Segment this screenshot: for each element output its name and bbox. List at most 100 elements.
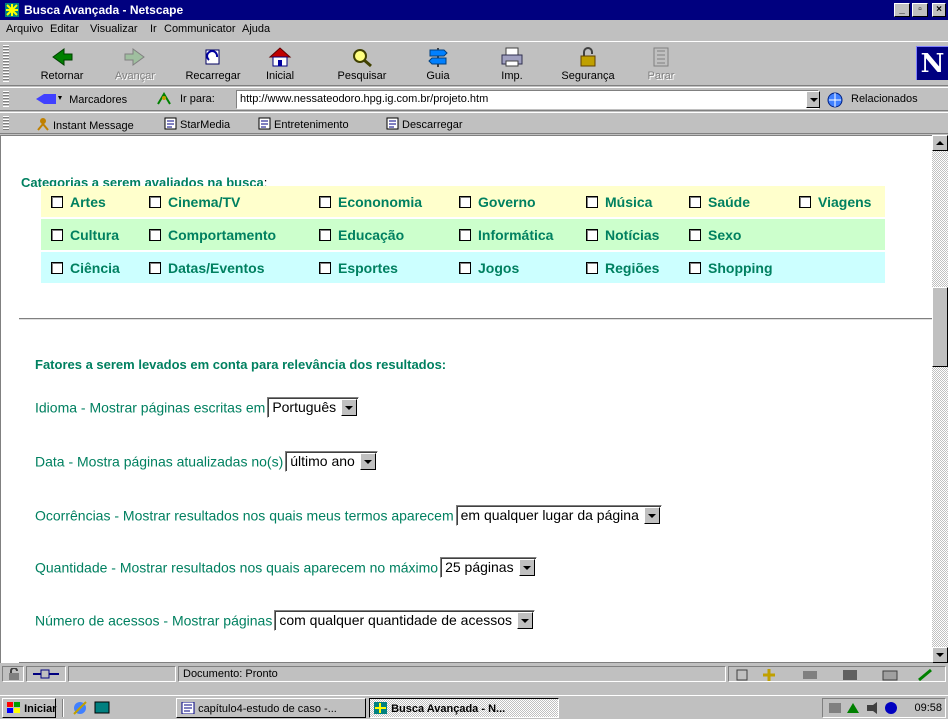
- category-checkbox[interactable]: [149, 195, 161, 208]
- menu-visualizar[interactable]: Visualizar: [90, 23, 138, 35]
- dropdown-arrow-icon[interactable]: [518, 559, 535, 576]
- factor-select-value: em qualquer lugar da página: [460, 507, 639, 523]
- start-label: Iniciar: [24, 703, 57, 715]
- connection-icon: [26, 666, 66, 682]
- search-label: Pesquisar: [337, 70, 387, 82]
- factor-select[interactable]: com qualquer quantidade de acessos: [274, 610, 536, 631]
- location-icon[interactable]: [156, 92, 172, 109]
- factor-select-value: com qualquer quantidade de acessos: [279, 612, 513, 628]
- menu-ajuda[interactable]: Ajuda: [242, 23, 270, 35]
- category-checkbox[interactable]: [459, 195, 471, 208]
- netscape-app-icon[interactable]: [4, 2, 20, 18]
- category-checkbox[interactable]: [51, 195, 63, 208]
- guide-button[interactable]: Guia: [418, 44, 458, 86]
- category-checkbox[interactable]: [586, 228, 598, 241]
- menu-arquivo[interactable]: Arquivo: [6, 23, 43, 35]
- category-checkbox[interactable]: [319, 261, 331, 274]
- status-bar: Documento: Pronto: [0, 664, 948, 684]
- scroll-down-button[interactable]: [932, 647, 948, 663]
- back-button[interactable]: Retornar: [38, 44, 86, 86]
- factor-select[interactable]: em qualquer lugar da página: [455, 505, 662, 526]
- factor-label: Número de acessos - Mostrar páginas: [35, 612, 273, 629]
- task-netscape[interactable]: Busca Avançada - N...: [369, 698, 559, 718]
- url-input[interactable]: http://www.nessateodoro.hpg.ig.com.br/pr…: [236, 90, 819, 109]
- category-label: Saúde: [708, 193, 751, 210]
- close-button[interactable]: ×: [932, 3, 946, 17]
- dropdown-arrow-icon[interactable]: [359, 453, 376, 470]
- category-label: Shopping: [708, 259, 773, 276]
- dropdown-arrow-icon[interactable]: [517, 612, 534, 629]
- category-checkbox[interactable]: [799, 195, 811, 208]
- factor-select[interactable]: 25 páginas: [440, 557, 537, 578]
- dropdown-arrow-icon[interactable]: [643, 507, 660, 524]
- category-label: Viagens: [818, 193, 872, 210]
- category-checkbox[interactable]: [51, 261, 63, 274]
- search-button[interactable]: Pesquisar: [334, 44, 390, 86]
- menu-ir[interactable]: Ir: [150, 23, 157, 35]
- category-checkbox[interactable]: [459, 261, 471, 274]
- stop-button[interactable]: Parar: [646, 44, 676, 86]
- personal-toolbar-grip[interactable]: [3, 116, 9, 130]
- category-checkbox[interactable]: [149, 261, 161, 274]
- category-checkbox[interactable]: [689, 228, 701, 241]
- home-button[interactable]: Inicial: [258, 44, 302, 86]
- entretenimento-label: Entretenimento: [274, 119, 349, 131]
- entretenimento-link[interactable]: Entretenimento: [258, 117, 349, 131]
- category-cell: Educação: [309, 219, 449, 250]
- starmedia-link[interactable]: StarMedia: [164, 117, 230, 131]
- netscape-logo[interactable]: N: [916, 46, 948, 80]
- dropdown-arrow-icon[interactable]: [341, 399, 358, 416]
- category-checkbox[interactable]: [51, 228, 63, 241]
- toolbar-grip[interactable]: [3, 45, 9, 82]
- menu-communicator[interactable]: Communicator: [164, 23, 236, 35]
- quicklaunch-desktop-icon[interactable]: [94, 700, 110, 719]
- bookmark-page-icon: [386, 117, 399, 130]
- bookmarks-label: Marcadores: [69, 94, 128, 106]
- category-checkbox[interactable]: [586, 261, 598, 274]
- category-label: Artes: [70, 193, 106, 210]
- category-cell: Comportamento: [139, 219, 309, 250]
- location-grip[interactable]: [3, 91, 9, 107]
- category-checkbox[interactable]: [319, 228, 331, 241]
- url-history-dropdown[interactable]: [806, 91, 820, 108]
- category-checkbox[interactable]: [319, 195, 331, 208]
- personal-toolbar: Instant Message StarMedia Entretenimento…: [0, 112, 948, 134]
- start-button[interactable]: Iniciar: [2, 698, 56, 718]
- navigation-toolbar: Retornar Avançar Recarregar Inicial Pesq…: [0, 41, 948, 86]
- bookmarks-button[interactable]: Marcadores: [34, 93, 127, 106]
- task-word-document[interactable]: capítulo4-estudo de caso -...: [176, 698, 366, 718]
- windows-taskbar: Iniciar capítulo4-estudo de caso -... Bu…: [0, 695, 948, 719]
- factor-select[interactable]: último ano: [285, 451, 378, 472]
- menu-editar[interactable]: Editar: [50, 23, 79, 35]
- category-checkbox[interactable]: [586, 195, 598, 208]
- scroll-up-button[interactable]: [932, 135, 948, 151]
- security-status-icon[interactable]: [2, 666, 24, 682]
- related-globe-icon[interactable]: [825, 91, 847, 112]
- instant-message-link[interactable]: Instant Message: [36, 117, 134, 132]
- security-button[interactable]: Segurança: [557, 44, 619, 86]
- quicklaunch-browser-icon[interactable]: [72, 700, 88, 719]
- minimize-button[interactable]: _: [894, 3, 910, 17]
- scroll-thumb[interactable]: [932, 287, 948, 367]
- factor-select[interactable]: Português: [267, 397, 360, 418]
- category-checkbox[interactable]: [689, 195, 701, 208]
- print-button[interactable]: Imp.: [496, 44, 528, 86]
- vertical-scrollbar[interactable]: [932, 135, 948, 663]
- padlock-icon: [580, 47, 596, 67]
- category-cell: Viagens: [789, 186, 885, 217]
- factor-row: Ocorrências - Mostrar resultados nos qua…: [35, 505, 662, 526]
- forward-button[interactable]: Avançar: [112, 44, 158, 86]
- related-button[interactable]: Relacionados: [851, 93, 918, 105]
- restore-button[interactable]: ▫: [912, 3, 928, 17]
- factor-row: Número de acessos - Mostrar páginas com q…: [35, 610, 536, 631]
- category-checkbox[interactable]: [149, 228, 161, 241]
- descarregar-link[interactable]: Descarregar: [386, 117, 463, 131]
- factor-label: Data - Mostra páginas atualizadas no(s): [35, 453, 284, 470]
- reload-button[interactable]: Recarregar: [181, 44, 245, 86]
- tray-icons[interactable]: [827, 700, 907, 716]
- category-checkbox[interactable]: [459, 228, 471, 241]
- search-icon: [353, 49, 372, 68]
- component-icons[interactable]: [733, 668, 943, 682]
- category-checkbox[interactable]: [689, 261, 701, 274]
- category-cell: Cinema/TV: [139, 186, 309, 217]
